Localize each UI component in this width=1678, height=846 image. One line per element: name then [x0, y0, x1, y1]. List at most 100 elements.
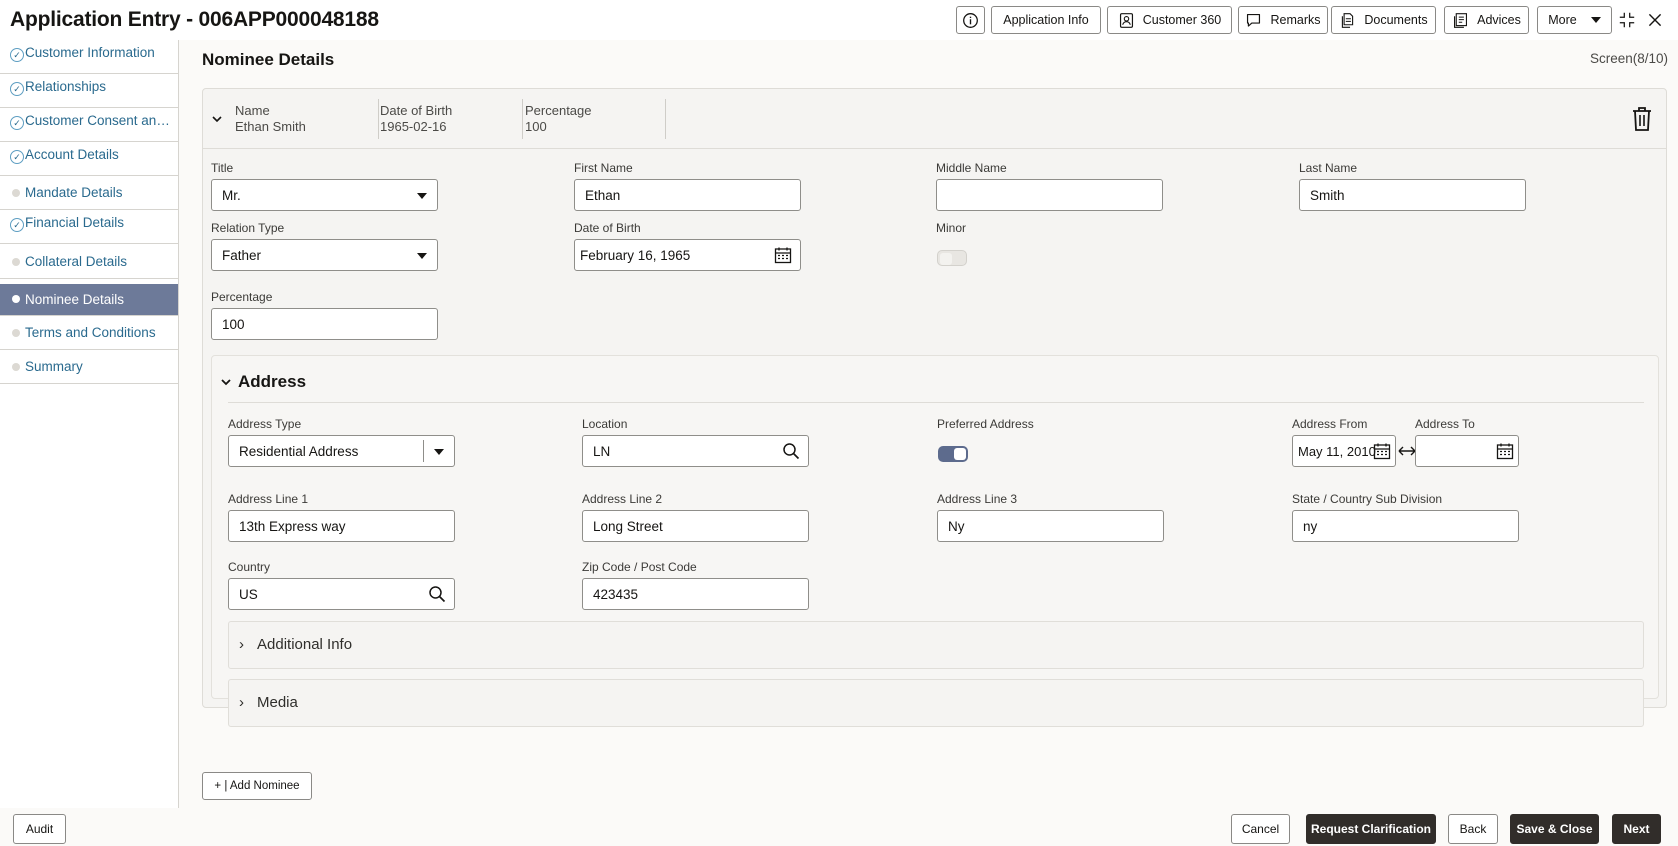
divider — [522, 99, 523, 139]
toggle-knob — [940, 253, 952, 265]
state-field[interactable]: ny — [1292, 510, 1519, 542]
first-name-field[interactable]: Ethan — [574, 179, 801, 211]
sidebar-item-label: Collateral Details — [25, 254, 128, 269]
advices-icon — [1454, 12, 1468, 28]
calendar-icon[interactable] — [1496, 442, 1514, 460]
collapse-icon[interactable] — [1617, 10, 1637, 30]
caret-down-icon — [1590, 17, 1601, 23]
search-icon[interactable] — [428, 585, 446, 603]
sidebar-item-financial-details[interactable]: ✓ Financial Details — [0, 210, 178, 244]
audit-button[interactable]: Audit — [13, 814, 66, 844]
first-name-value: Ethan — [585, 187, 621, 203]
address-line3-field[interactable]: Ny — [937, 510, 1164, 542]
divider — [423, 440, 424, 462]
address-line2-value: Long Street — [593, 518, 663, 534]
country-field[interactable]: US — [228, 578, 455, 610]
customer-360-label: Customer 360 — [1142, 13, 1222, 27]
sidebar-item-label: Mandate Details — [25, 185, 123, 200]
calendar-icon[interactable] — [1373, 442, 1391, 460]
additional-info-panel[interactable]: › Additional Info — [228, 621, 1644, 669]
application-info-button[interactable]: Application Info — [991, 6, 1101, 34]
nominee-summary-row[interactable]: Name Ethan Smith Date of Birth 1965-02-1… — [203, 89, 1666, 149]
percentage-field[interactable]: 100 — [211, 308, 438, 340]
middle-name-field[interactable] — [936, 179, 1163, 211]
trash-icon[interactable] — [1630, 106, 1654, 132]
advices-button[interactable]: Advices — [1444, 6, 1529, 34]
dob-date-field[interactable]: February 16, 1965 — [574, 239, 801, 271]
address-section-title: Address — [238, 372, 307, 391]
calendar-icon[interactable] — [774, 246, 792, 264]
caret-down-icon — [417, 193, 427, 199]
back-label: Back — [1459, 822, 1487, 836]
cancel-button[interactable]: Cancel — [1231, 814, 1290, 844]
request-clarification-button[interactable]: Request Clarification — [1306, 814, 1436, 844]
location-label: Location — [582, 417, 628, 431]
next-label: Next — [1623, 822, 1650, 836]
sidebar-item-account-details[interactable]: ✓ Account Details — [0, 142, 178, 176]
next-button[interactable]: Next — [1612, 814, 1661, 844]
summary-percentage: Percentage 100 — [525, 103, 592, 135]
more-dropdown[interactable]: More — [1537, 6, 1612, 34]
address-line1-field[interactable]: 13th Express way — [228, 510, 455, 542]
sidebar-item-label: Nominee Details — [25, 292, 125, 307]
main-content: Nominee Details Screen(8/10) Name Ethan … — [180, 40, 1678, 808]
add-nominee-button[interactable]: + | Add Nominee — [202, 772, 312, 800]
sidebar-item-customer-information[interactable]: ✓ Customer Information — [0, 40, 178, 74]
address-line3-value: Ny — [948, 518, 965, 534]
close-icon[interactable] — [1645, 10, 1665, 30]
sidebar-item-nominee-details[interactable]: Nominee Details — [0, 284, 178, 316]
country-label: Country — [228, 560, 271, 574]
chevron-down-icon[interactable] — [220, 376, 232, 388]
sidebar-item-summary[interactable]: Summary — [0, 350, 178, 384]
info-icon — [963, 12, 978, 28]
documents-label: Documents — [1364, 13, 1428, 27]
save-close-button[interactable]: Save & Close — [1510, 814, 1599, 844]
location-value: LN — [593, 443, 611, 459]
save-close-label: Save & Close — [1516, 822, 1593, 836]
address-line2-label: Address Line 2 — [582, 492, 663, 506]
sidebar-item-relationships[interactable]: ✓ Relationships — [0, 74, 178, 108]
address-type-select[interactable]: Residential Address — [228, 435, 455, 467]
relation-type-select[interactable]: Father — [211, 239, 438, 271]
sidebar-item-terms-and-conditions[interactable]: Terms and Conditions — [0, 316, 178, 350]
back-button[interactable]: Back — [1448, 814, 1498, 844]
documents-button[interactable]: Documents — [1331, 6, 1436, 34]
minor-label: Minor — [936, 221, 967, 235]
remarks-button[interactable]: Remarks — [1238, 6, 1328, 34]
address-from-value: May 11, 2010 — [1298, 443, 1376, 459]
app-header: Application Entry - 006APP000048188 Appl… — [0, 0, 1678, 40]
search-icon[interactable] — [782, 442, 800, 460]
sidebar-item-collateral-details[interactable]: Collateral Details — [0, 245, 178, 279]
address-to-label: Address To — [1415, 417, 1475, 431]
contact-card-icon — [1119, 12, 1133, 28]
title-select[interactable]: Mr. — [211, 179, 438, 211]
minor-toggle[interactable] — [937, 250, 967, 266]
zip-field[interactable]: 423435 — [582, 578, 809, 610]
more-label: More — [1548, 13, 1577, 27]
address-section: Address Address Type Residential Address… — [211, 355, 1659, 727]
address-from-date-field[interactable]: May 11, 2010 — [1292, 435, 1396, 467]
sidebar-item-label: Terms and Conditions — [25, 325, 156, 340]
chevron-down-icon[interactable] — [211, 113, 223, 125]
location-field[interactable]: LN — [582, 435, 809, 467]
sidebar-item-customer-consent[interactable]: ✓ Customer Consent and Preferences — [0, 108, 178, 142]
last-name-field[interactable]: Smith — [1299, 179, 1526, 211]
preferred-address-toggle[interactable] — [938, 446, 968, 462]
additional-info-title: Additional Info — [257, 636, 353, 653]
step-dot-icon — [12, 295, 20, 303]
remarks-label: Remarks — [1270, 13, 1321, 27]
address-line2-field[interactable]: Long Street — [582, 510, 809, 542]
address-line1-value: 13th Express way — [239, 518, 346, 534]
dob-value: February 16, 1965 — [580, 247, 691, 263]
dob-label: Date of Birth — [574, 221, 641, 235]
media-panel[interactable]: › Media — [228, 679, 1644, 727]
country-value: US — [239, 586, 258, 602]
address-to-date-field[interactable] — [1415, 435, 1519, 467]
sidebar-item-label: Customer Information — [25, 45, 155, 60]
customer-360-button[interactable]: Customer 360 — [1107, 6, 1232, 34]
caret-down-icon — [434, 449, 444, 455]
media-title: Media — [257, 694, 298, 711]
check-circle-icon: ✓ — [10, 82, 24, 96]
sidebar-item-mandate-details[interactable]: Mandate Details — [0, 176, 178, 210]
info-button[interactable] — [956, 6, 985, 34]
